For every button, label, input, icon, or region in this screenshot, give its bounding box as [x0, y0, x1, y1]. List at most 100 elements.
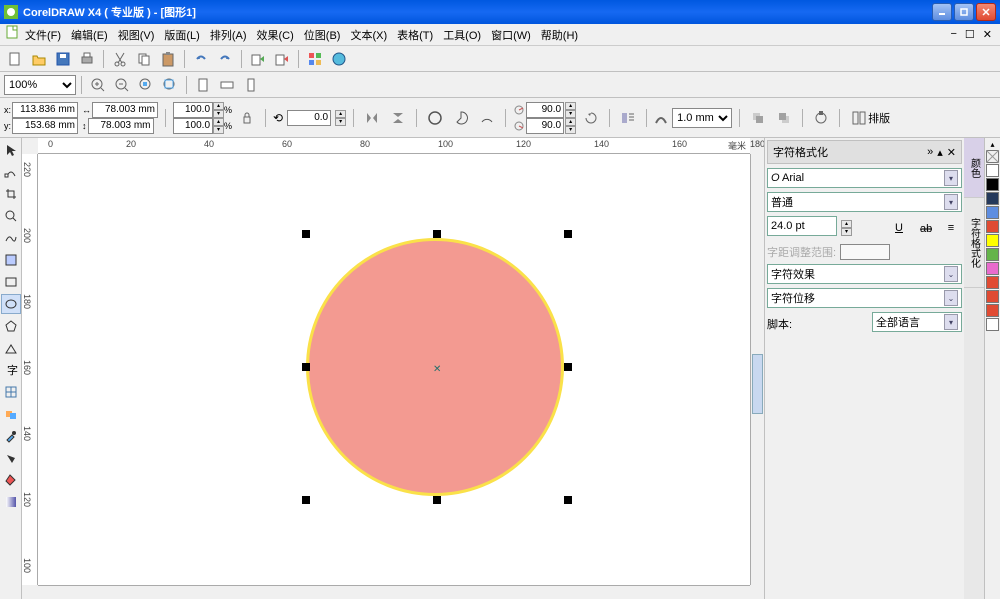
zoom-in-button[interactable] [87, 74, 109, 96]
menu-window[interactable]: 窗口(W) [487, 25, 535, 45]
no-color-swatch[interactable] [986, 150, 999, 163]
zoom-all-button[interactable] [159, 74, 181, 96]
scale-y-up[interactable]: ▴ [213, 118, 224, 126]
layout-button[interactable]: 排版 [847, 107, 895, 129]
copy-button[interactable] [133, 48, 155, 70]
char-effects-expand[interactable]: 字符效果⌄ [767, 264, 962, 284]
font-size-combo[interactable]: 24.0 pt [767, 216, 837, 236]
paste-button[interactable] [157, 48, 179, 70]
docker-tab-color[interactable]: 颜色 [964, 138, 984, 198]
selection-handle[interactable] [433, 230, 441, 238]
basicshapes-tool[interactable] [1, 338, 21, 358]
palette-up-button[interactable]: ▴ [990, 140, 994, 149]
arc-end-input[interactable] [526, 118, 564, 134]
color-swatch[interactable] [986, 192, 999, 205]
color-swatch[interactable] [986, 318, 999, 331]
zoom-page-button[interactable] [192, 74, 214, 96]
canvas[interactable]: ✕ [38, 154, 750, 585]
zoom-selected-button[interactable] [135, 74, 157, 96]
menu-bitmaps[interactable]: 位图(B) [300, 25, 345, 45]
save-button[interactable] [52, 48, 74, 70]
pick-tool[interactable] [1, 140, 21, 160]
color-swatch[interactable] [986, 248, 999, 261]
outline-width-combo[interactable]: 1.0 mm [672, 108, 732, 128]
maximize-button[interactable] [954, 3, 974, 21]
close-button[interactable] [976, 3, 996, 21]
menu-tools[interactable]: 工具(O) [439, 25, 485, 45]
undo-button[interactable] [190, 48, 212, 70]
rotation-down[interactable]: ▾ [335, 118, 346, 126]
scale-x-down[interactable]: ▾ [213, 110, 224, 118]
text-tool[interactable]: 字 [1, 360, 21, 380]
selection-handle[interactable] [302, 363, 310, 371]
menu-view[interactable]: 视图(V) [114, 25, 159, 45]
font-size-up[interactable]: ▴ [841, 220, 852, 228]
menu-help[interactable]: 帮助(H) [537, 25, 582, 45]
rotation-up[interactable]: ▴ [335, 110, 346, 118]
shape-tool[interactable] [1, 162, 21, 182]
lock-ratio-button[interactable] [236, 107, 258, 129]
horizontal-ruler[interactable]: 020406080100120140160180毫米 [38, 138, 750, 154]
y-position-input[interactable] [12, 118, 78, 134]
arc-start-input[interactable] [526, 102, 564, 118]
color-swatch[interactable] [986, 164, 999, 177]
mirror-v-button[interactable] [387, 107, 409, 129]
docker-menu-button[interactable]: ▴ [937, 146, 943, 159]
zoom-combo[interactable]: 100% [4, 75, 76, 95]
ellipse-tool[interactable] [1, 294, 21, 314]
docker-close-button[interactable]: ✕ [947, 146, 956, 159]
rectangle-tool[interactable] [1, 272, 21, 292]
table-tool[interactable] [1, 382, 21, 402]
menu-file[interactable]: 文件(F) [21, 25, 65, 45]
mdi-close[interactable]: ✕ [980, 28, 995, 41]
freehand-tool[interactable] [1, 228, 21, 248]
to-front-button[interactable] [747, 107, 769, 129]
scale-y-input[interactable] [173, 118, 213, 134]
export-button[interactable] [271, 48, 293, 70]
print-button[interactable] [76, 48, 98, 70]
docker-expand-button[interactable]: » [927, 146, 933, 159]
selection-handle[interactable] [433, 496, 441, 504]
width-input[interactable] [92, 102, 158, 118]
import-button[interactable] [247, 48, 269, 70]
mirror-h-button[interactable] [361, 107, 383, 129]
crop-tool[interactable] [1, 184, 21, 204]
rotation-input[interactable] [287, 110, 331, 126]
interactive-tool[interactable] [1, 404, 21, 424]
char-shift-expand[interactable]: 字符位移⌄ [767, 288, 962, 308]
scale-y-down[interactable]: ▾ [213, 126, 224, 134]
outline-tool[interactable] [1, 448, 21, 468]
mdi-minimize[interactable]: − [947, 28, 959, 41]
fill-tool[interactable] [1, 470, 21, 490]
ellipse-mode-button[interactable] [424, 107, 446, 129]
arc-mode-button[interactable] [476, 107, 498, 129]
menu-text[interactable]: 文本(X) [346, 25, 391, 45]
zoom-tool[interactable] [1, 206, 21, 226]
strikethrough-icon[interactable]: ab [914, 217, 936, 239]
selection-handle[interactable] [564, 496, 572, 504]
corelonline-button[interactable] [328, 48, 350, 70]
cut-button[interactable] [109, 48, 131, 70]
open-button[interactable] [28, 48, 50, 70]
scale-x-up[interactable]: ▴ [213, 102, 224, 110]
underline-button[interactable]: U [888, 217, 910, 239]
arc-direction-button[interactable] [580, 107, 602, 129]
x-position-input[interactable] [12, 102, 78, 118]
eyedropper-tool[interactable] [1, 426, 21, 446]
scale-x-input[interactable] [173, 102, 213, 118]
zoom-height-button[interactable] [240, 74, 262, 96]
selection-handle[interactable] [302, 230, 310, 238]
color-swatch[interactable] [986, 290, 999, 303]
polygon-tool[interactable] [1, 316, 21, 336]
font-size-down[interactable]: ▾ [841, 228, 852, 236]
selection-handle[interactable] [302, 496, 310, 504]
selection-handle[interactable] [564, 230, 572, 238]
color-swatch[interactable] [986, 178, 999, 191]
zoom-out-button[interactable] [111, 74, 133, 96]
vertical-scrollbar[interactable] [750, 154, 764, 585]
redo-button[interactable] [214, 48, 236, 70]
font-family-combo[interactable]: O Arial▾ [767, 168, 962, 188]
menu-edit[interactable]: 编辑(E) [67, 25, 112, 45]
format-menu-button[interactable]: ≡ [940, 217, 962, 239]
menu-table[interactable]: 表格(T) [393, 25, 437, 45]
